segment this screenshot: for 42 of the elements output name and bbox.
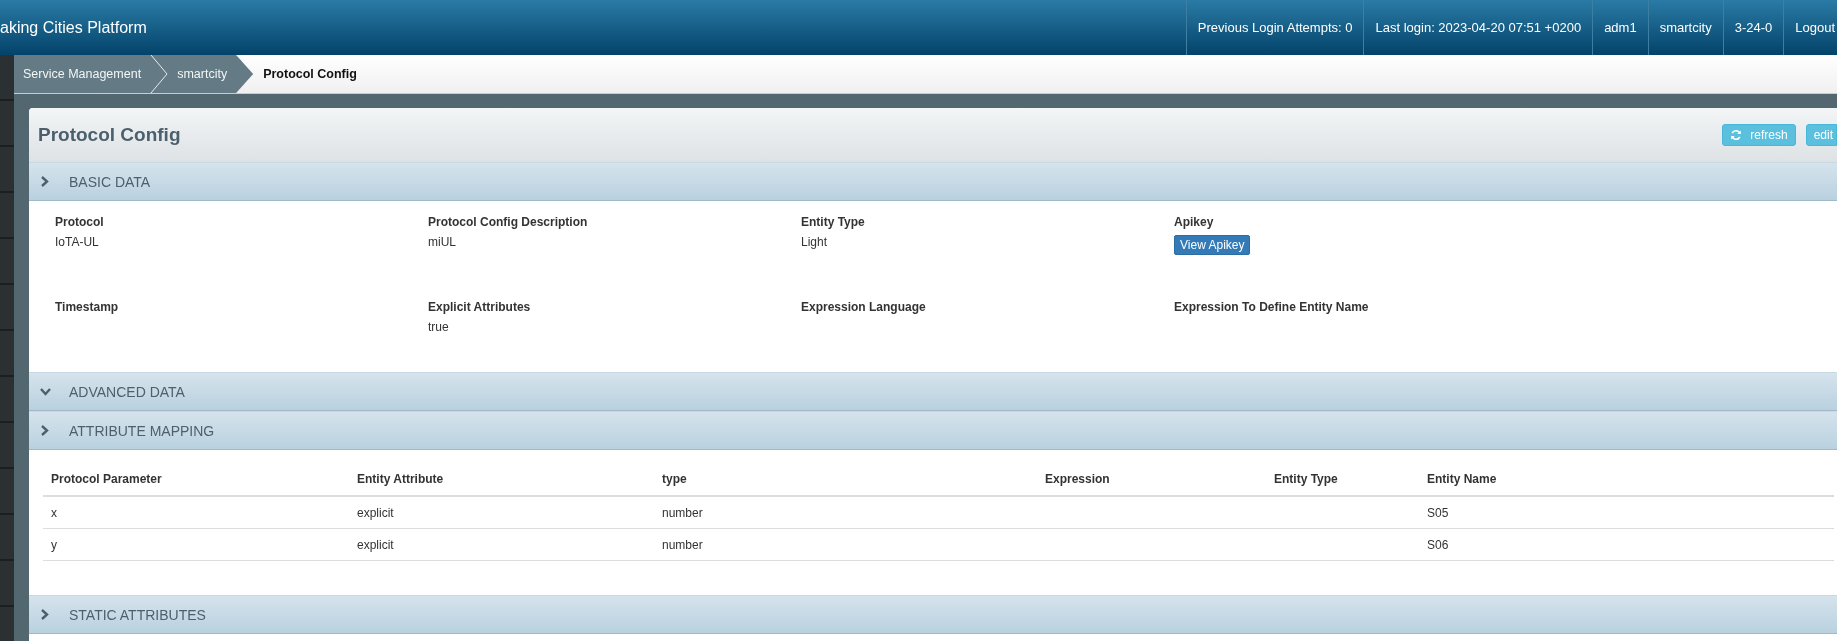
field-label: Protocol Config Description bbox=[428, 215, 589, 229]
column-header: type bbox=[654, 472, 1037, 496]
column-header: Entity Attribute bbox=[349, 472, 654, 496]
field-value: IoTA-UL bbox=[55, 235, 100, 249]
breadcrumb-item[interactable]: Service Management bbox=[14, 55, 151, 93]
breadcrumb-item[interactable]: smartcity bbox=[168, 55, 237, 93]
column-header: Entity Type bbox=[1266, 472, 1419, 496]
app-title: aking Cities Platform bbox=[0, 17, 148, 38]
breadcrumb-item[interactable]: Protocol Config bbox=[253, 55, 373, 93]
field-label: Timestamp bbox=[55, 300, 120, 314]
section-title: BASIC DATA bbox=[69, 173, 151, 190]
refresh-icon bbox=[1730, 129, 1743, 141]
table-cell: explicit bbox=[357, 538, 394, 552]
table-cell: x bbox=[51, 506, 57, 520]
table-cell: S05 bbox=[1427, 506, 1449, 520]
column-header: Protocol Parameter bbox=[43, 472, 349, 496]
field-value: Light bbox=[801, 235, 829, 249]
field-label: Explicit Attributes bbox=[428, 300, 532, 314]
section-header[interactable]: BASIC DATA bbox=[29, 162, 1837, 201]
field-value: true bbox=[428, 320, 450, 334]
table-cell: y bbox=[51, 538, 57, 552]
table-cell: explicit bbox=[357, 506, 394, 520]
table-cell: number bbox=[662, 506, 703, 520]
field-value: miUL bbox=[428, 235, 457, 249]
field-label: Expression Language bbox=[801, 300, 927, 314]
field-label: Expression To Define Entity Name bbox=[1174, 300, 1370, 314]
field-label: Entity Type bbox=[801, 215, 866, 229]
section-title: STATIC ATTRIBUTES bbox=[69, 606, 206, 623]
section-header[interactable]: STATIC ATTRIBUTES bbox=[29, 595, 1837, 634]
column-header: Expression bbox=[1037, 472, 1266, 496]
section-title: ATTRIBUTE MAPPING bbox=[69, 422, 215, 439]
section-header[interactable]: ADVANCED DATA bbox=[29, 372, 1837, 411]
breadcrumb-separator-icon bbox=[150, 55, 169, 93]
table-cell: number bbox=[662, 538, 703, 552]
section-title: ADVANCED DATA bbox=[69, 383, 185, 400]
view-apikey-button[interactable]: View Apikey bbox=[1174, 235, 1251, 255]
field-label: Apikey bbox=[1174, 215, 1215, 229]
column-header: Entity Name bbox=[1419, 472, 1834, 496]
panel-title: Protocol Config bbox=[38, 124, 182, 146]
section-header[interactable]: ATTRIBUTE MAPPING bbox=[29, 411, 1837, 450]
field-label: Protocol bbox=[55, 215, 105, 229]
table-cell: S06 bbox=[1427, 538, 1449, 552]
